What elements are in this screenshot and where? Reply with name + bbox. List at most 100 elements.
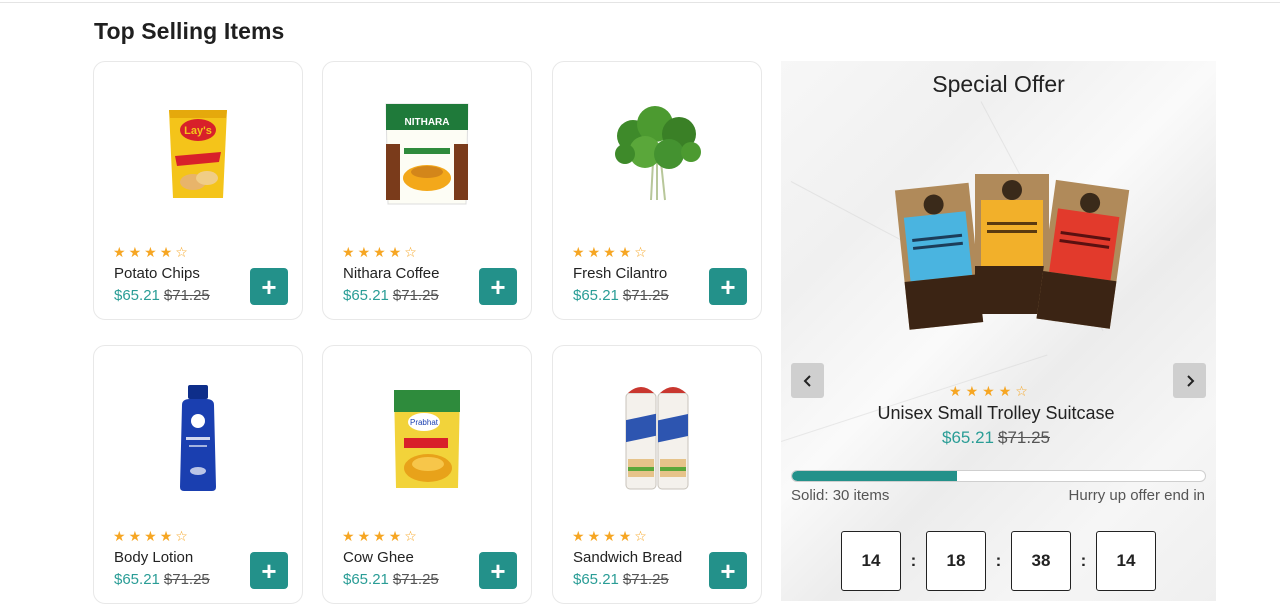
product-name: Nithara Coffee (343, 265, 440, 282)
old-price: $71.25 (392, 571, 439, 588)
add-to-cart-button[interactable]: + (479, 552, 517, 589)
star-icon: ★ (388, 528, 402, 544)
current-price: $65.21 (114, 571, 160, 588)
timer-separator: : (995, 551, 1002, 570)
sold-count: Solid: 30 items (791, 487, 890, 504)
offer-product-name: Unisex Small Trolley Suitcase (877, 403, 1115, 423)
star-icon: ★ (388, 244, 402, 260)
product-name: Sandwich Bread (573, 549, 683, 566)
star-icon: ★ (373, 528, 386, 544)
rating-stars: ★ ★ ★ ★ ☆ (342, 245, 417, 259)
star-icon: ★ (618, 528, 632, 544)
star-icon: ★ (603, 244, 616, 260)
star-icon: ★ (587, 244, 601, 260)
rating-stars: ★ ★ ★ ★ ☆ (572, 529, 647, 543)
current-price: $65.21 (343, 287, 389, 304)
offer-price: $65.21 $71.25 (781, 428, 1211, 448)
star-icon: ★ (949, 383, 962, 399)
product-card[interactable]: Lay's ★ ★ ★ ★ ☆ Potato Chips $65.21 $71.2… (93, 61, 303, 320)
star-icon: ★ (587, 528, 601, 544)
star-icon: ★ (144, 528, 157, 544)
star-icon: ★ (572, 528, 585, 544)
top-divider (0, 2, 1280, 3)
timer-hours: 18 (926, 531, 986, 591)
bread-loaf-icon (553, 368, 761, 508)
star-icon: ★ (618, 244, 632, 260)
star-outline-icon: ☆ (404, 244, 417, 260)
product-price: $65.21 $71.25 (573, 571, 669, 588)
product-name: Fresh Cilantro (573, 265, 668, 282)
rating-stars: ★ ★ ★ ★ ☆ (949, 384, 1028, 398)
chevron-right-icon (1186, 374, 1194, 387)
product-price: $65.21 $71.25 (343, 571, 439, 588)
star-icon: ★ (965, 383, 979, 399)
star-outline-icon: ☆ (634, 528, 647, 544)
star-icon: ★ (603, 528, 616, 544)
add-to-cart-button[interactable]: + (250, 552, 288, 589)
product-price: $65.21 $71.25 (114, 287, 210, 304)
add-to-cart-button[interactable]: + (709, 552, 747, 589)
product-card[interactable]: ★ ★ ★ ★ ☆ Fresh Cilantro $65.21 $71.25 + (552, 61, 762, 320)
product-price: $65.21 $71.25 (343, 287, 439, 304)
old-price: $71.25 (163, 571, 210, 588)
offer-title: Special Offer (932, 71, 1065, 97)
prev-slide-button[interactable] (791, 363, 824, 398)
current-price: $65.21 (942, 428, 994, 447)
timer-days: 14 (841, 531, 901, 591)
section-title: Top Selling Items (94, 18, 285, 44)
timer-separator: : (1080, 551, 1087, 570)
current-price: $65.21 (573, 571, 619, 588)
star-icon: ★ (342, 244, 355, 260)
star-icon: ★ (572, 244, 585, 260)
star-icon: ★ (357, 244, 371, 260)
product-card[interactable]: NITHARA ★ ★ ★ ★ ☆ Nithara Coffee $65.21 $… (322, 61, 532, 320)
hurry-text: Hurry up offer end in (1068, 487, 1205, 504)
chevron-left-icon (803, 374, 811, 387)
countdown-timer: 14 : 18 : 38 : 14 (841, 531, 1156, 591)
current-price: $65.21 (343, 571, 389, 588)
add-to-cart-button[interactable]: + (479, 268, 517, 305)
star-icon: ★ (159, 528, 173, 544)
chips-bag-icon: Lay's (94, 84, 302, 224)
star-icon: ★ (998, 383, 1012, 399)
special-offer-panel: Special Offer ★ ★ ★ ★ ☆ Unisex Small Tro… (781, 61, 1216, 601)
cilantro-icon (553, 84, 761, 224)
star-outline-icon: ☆ (634, 244, 647, 260)
star-icon: ★ (144, 244, 157, 260)
current-price: $65.21 (114, 287, 160, 304)
star-icon: ★ (357, 528, 371, 544)
next-slide-button[interactable] (1173, 363, 1206, 398)
product-price: $65.21 $71.25 (573, 287, 669, 304)
star-icon: ★ (128, 244, 142, 260)
star-icon: ★ (113, 528, 126, 544)
star-outline-icon: ☆ (1015, 383, 1028, 399)
rating-stars: ★ ★ ★ ★ ☆ (572, 245, 647, 259)
star-icon: ★ (128, 528, 142, 544)
product-card[interactable]: ★ ★ ★ ★ ☆ Body Lotion $65.21 $71.25 + (93, 345, 303, 604)
ghee-pack-icon: Prabhat (323, 368, 531, 508)
svg-text:NITHARA: NITHARA (405, 117, 450, 128)
product-card[interactable]: Prabhat ★ ★ ★ ★ ☆ Cow Ghee $65.21 $71.25 … (322, 345, 532, 604)
old-price: $71.25 (163, 287, 210, 304)
star-icon: ★ (982, 383, 995, 399)
star-icon: ★ (373, 244, 386, 260)
star-icon: ★ (159, 244, 173, 260)
product-name: Potato Chips (114, 265, 200, 282)
add-to-cart-button[interactable]: + (709, 268, 747, 305)
product-name: Body Lotion (114, 549, 194, 566)
timer-seconds: 14 (1096, 531, 1156, 591)
sold-progress-bar (791, 470, 1206, 482)
timer-minutes: 38 (1011, 531, 1071, 591)
add-to-cart-button[interactable]: + (250, 268, 288, 305)
old-price: $71.25 (392, 287, 439, 304)
svg-text:Lay's: Lay's (184, 125, 212, 137)
old-price: $71.25 (998, 428, 1050, 447)
product-card[interactable]: ★ ★ ★ ★ ☆ Sandwich Bread $65.21 $71.25 + (552, 345, 762, 604)
star-icon: ★ (113, 244, 126, 260)
star-outline-icon: ☆ (404, 528, 417, 544)
svg-text:Prabhat: Prabhat (410, 418, 439, 427)
progress-fill (792, 471, 958, 481)
lotion-bottle-icon (94, 368, 302, 508)
coffee-pack-icon: NITHARA (323, 84, 531, 224)
rating-stars: ★ ★ ★ ★ ☆ (113, 529, 188, 543)
